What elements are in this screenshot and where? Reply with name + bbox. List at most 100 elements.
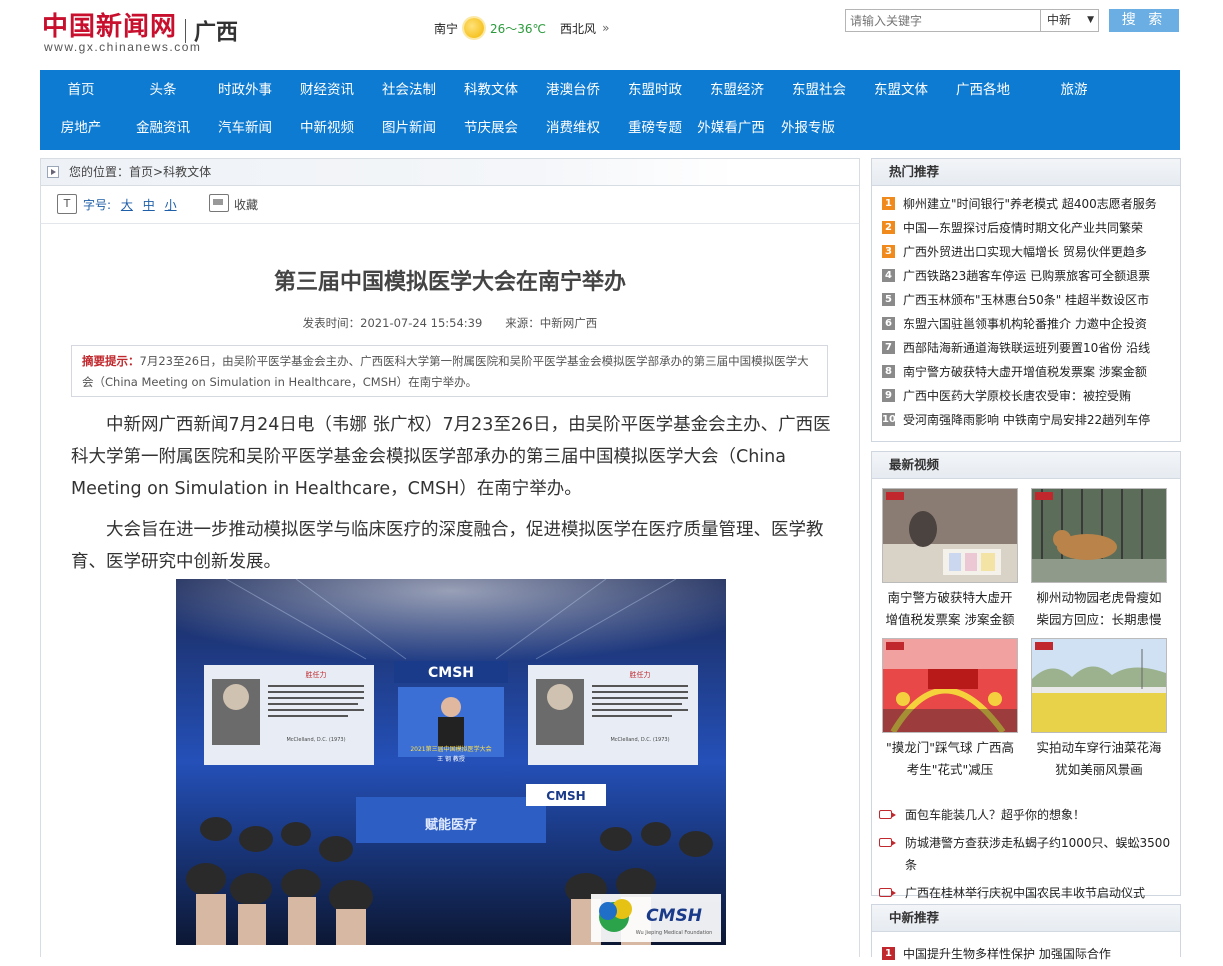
video-list-item[interactable]: 广西在桂林举行庆祝中国农民丰收节启动仪式 bbox=[872, 882, 1180, 904]
summary-text: 7月23至26日，由吴阶平医学基金会主办、广西医科大学第一附属医院和吴阶平医学基… bbox=[82, 354, 809, 389]
article-toolbar: T 字号: 大 中 小 收藏 bbox=[40, 185, 860, 223]
nav-item[interactable]: 汽车新闻 bbox=[204, 110, 286, 147]
hot-item[interactable]: 9 广西中医药大学原校长唐农受审：被控受贿 bbox=[872, 384, 1180, 408]
site-logo[interactable]: 中国新闻网 广西 www.gx.chinanews.com bbox=[42, 6, 238, 54]
caret-down-icon: ▼ bbox=[1087, 15, 1094, 25]
hot-item-text: 广西中医药大学原校长唐农受审：被控受贿 bbox=[903, 389, 1132, 403]
nav-item[interactable]: 东盟经济 bbox=[696, 72, 778, 109]
video-card[interactable]: 南宁警方破获特大虚开增值税发票案 涉案金额近18亿元 bbox=[882, 488, 1018, 631]
hot-item[interactable]: 4 广西铁路23趟客车停运 已购票旅客可全额退票 bbox=[872, 264, 1180, 288]
breadcrumb-arrow-icon bbox=[47, 166, 59, 178]
chevron-right-icon[interactable]: » bbox=[602, 21, 609, 35]
video-card[interactable]: "摸龙门"踩气球 广西高考生"花式"减压 bbox=[882, 638, 1018, 781]
nav-item[interactable]: 消费维权 bbox=[532, 110, 614, 147]
hot-item[interactable]: 8 南宁警方破获特大虚开增值税发票案 涉案金额 bbox=[872, 360, 1180, 384]
hot-item-text: 东盟六国驻邕领事机构轮番推介 力邀中企投资 bbox=[903, 317, 1147, 331]
screen-speaker: 王 钢 教授 bbox=[437, 755, 465, 763]
nav-item[interactable]: 外媒看广西 bbox=[696, 110, 766, 147]
video-thumbnail[interactable] bbox=[882, 638, 1018, 733]
nav-item[interactable]: 港澳台侨 bbox=[532, 72, 614, 109]
rank-badge: 5 bbox=[882, 293, 895, 306]
hot-item-text: 广西玉林颁布"玉林惠台50条" 桂超半数设区市 bbox=[903, 293, 1150, 307]
logo-text: 中国新闻网 bbox=[42, 12, 178, 42]
main-nav: 首页 头条 时政外事 财经资讯 社会法制 科教文体 港澳台侨 东盟时政 东盟经济… bbox=[40, 70, 1180, 150]
search-input[interactable] bbox=[845, 9, 1041, 32]
hot-item-text: 广西外贸进出口实现大幅增长 贸易伙伴更趋多 bbox=[903, 245, 1147, 259]
hot-recommend-box: 热门推荐 1 柳州建立"时间银行"养老模式 超400志愿者服务 2 中国—东盟探讨后… bbox=[871, 158, 1181, 442]
hot-item-text: 受河南强降雨影响 中铁南宁局安排22趟列车停 bbox=[903, 413, 1151, 427]
nav-item[interactable]: 图片新闻 bbox=[368, 110, 450, 147]
nav-item[interactable]: 广西各地 bbox=[942, 72, 1024, 109]
search-scope-select[interactable]: 中新 ▼ bbox=[1041, 9, 1099, 32]
article-paragraph: 大会旨在进一步推动模拟医学与临床医疗的深度融合，促进模拟医学在医疗质量管理、医学… bbox=[71, 520, 824, 572]
latest-videos-box: 最新视频 南宁警方破获特大虚开增值税发票案 涉案金额近18亿元 柳州动物园老虎骨… bbox=[871, 451, 1181, 900]
video-list-item[interactable]: 防城港警方查获涉走私蝎子约1000只、蜈蚣3500条 bbox=[872, 832, 1180, 876]
hot-item[interactable]: 10 受河南强降雨影响 中铁南宁局安排22趟列车停 bbox=[872, 408, 1180, 432]
nav-item[interactable]: 头条 bbox=[122, 72, 204, 109]
nav-item[interactable]: 房地产 bbox=[40, 110, 122, 147]
breadcrumb-path[interactable]: 首页>科教文体 bbox=[129, 165, 211, 179]
video-caption[interactable]: 柳州动物园老虎骨瘦如柴园方回应：长期患慢性肠胃炎 bbox=[1031, 587, 1167, 631]
video-camera-icon bbox=[879, 838, 896, 847]
hot-item[interactable]: 7 西部陆海新通道海铁联运班列要置10省份 沿线 bbox=[872, 336, 1180, 360]
hot-item[interactable]: 5 广西玉林颁布"玉林惠台50条" 桂超半数设区市 bbox=[872, 288, 1180, 312]
hot-item[interactable]: 2 中国—东盟探讨后疫情时期文化产业共同繁荣 bbox=[872, 216, 1180, 240]
hot-item[interactable]: 6 东盟六国驻邕领事机构轮番推介 力邀中企投资 bbox=[872, 312, 1180, 336]
nav-item[interactable]: 时政外事 bbox=[204, 72, 286, 109]
logo-divider bbox=[185, 18, 187, 43]
video-caption[interactable]: "摸龙门"踩气球 广西高考生"花式"减压 bbox=[882, 737, 1018, 781]
nav-item[interactable]: 节庆展会 bbox=[450, 110, 532, 147]
video-list-item[interactable]: 面包车能装几人？超乎你的想象！ bbox=[872, 804, 1180, 826]
nav-row-1: 首页 头条 时政外事 财经资讯 社会法制 科教文体 港澳台侨 东盟时政 东盟经济… bbox=[40, 72, 1124, 109]
slide-author-left: McClelland, D.C. (1973) bbox=[286, 737, 345, 743]
video-thumbnail[interactable] bbox=[882, 488, 1018, 583]
recommend-box: 中新推荐 1 中国提升生物多样性保护 加强国际合作 bbox=[871, 904, 1181, 961]
nav-item[interactable]: 财经资讯 bbox=[286, 72, 368, 109]
font-large-button[interactable]: 大 bbox=[121, 198, 133, 212]
slide-title-right: 胜任力 bbox=[630, 670, 651, 679]
nav-item[interactable]: 东盟社会 bbox=[778, 72, 860, 109]
print-icon[interactable] bbox=[209, 194, 229, 212]
search-button[interactable]: 搜 索 bbox=[1109, 9, 1179, 32]
nav-item[interactable]: 社会法制 bbox=[368, 72, 450, 109]
nav-item[interactable]: 科教文体 bbox=[450, 72, 532, 109]
slide-title-left: 胜任力 bbox=[306, 670, 327, 679]
rank-badge: 6 bbox=[882, 317, 895, 330]
nav-item[interactable]: 东盟文体 bbox=[860, 72, 942, 109]
video-card[interactable]: 柳州动物园老虎骨瘦如柴园方回应：长期患慢性肠胃炎 bbox=[1031, 488, 1167, 631]
video-card[interactable]: 实拍动车穿行油菜花海 犹如美丽风景画 bbox=[1031, 638, 1167, 781]
rank-badge: 4 bbox=[882, 269, 895, 282]
article-paragraph: 中新网广西新闻7月24日电（韦娜 张广权）7月23至26日，由吴阶平医学基金会主… bbox=[71, 415, 831, 499]
article-photo: 胜任力 McClelland, D.C. (1973) 胜任力 McClella… bbox=[176, 579, 726, 945]
hot-item-text: 广西铁路23趟客车停运 已购票旅客可全额退票 bbox=[903, 269, 1151, 283]
nav-item[interactable]: 首页 bbox=[40, 72, 122, 109]
recommend-list: 1 中国提升生物多样性保护 加强国际合作 bbox=[872, 932, 1180, 966]
hot-item[interactable]: 1 柳州建立"时间银行"养老模式 超400志愿者服务 bbox=[872, 192, 1180, 216]
nav-item[interactable]: 金融资讯 bbox=[122, 110, 204, 147]
video-thumbnail[interactable] bbox=[1031, 488, 1167, 583]
article-title: 第三届中国模拟医学大会在南宁举办 bbox=[273, 270, 626, 295]
nav-item[interactable]: 东盟时政 bbox=[614, 72, 696, 109]
video-caption[interactable]: 南宁警方破获特大虚开增值税发票案 涉案金额近18亿元 bbox=[882, 587, 1018, 631]
nav-item[interactable]: 外报专版 bbox=[766, 110, 850, 147]
article: 第三届中国模拟医学大会在南宁举办 发表时间：2021-07-24 15:54:3… bbox=[40, 223, 860, 957]
rank-badge: 9 bbox=[882, 389, 895, 402]
hot-item-text: 柳州建立"时间银行"养老模式 超400志愿者服务 bbox=[903, 197, 1157, 211]
collect-button[interactable]: 收藏 bbox=[234, 196, 258, 213]
nav-item[interactable]: 旅游 bbox=[1024, 72, 1124, 109]
weather-city: 南宁 bbox=[434, 21, 459, 36]
video-thumbnail[interactable] bbox=[1031, 638, 1167, 733]
nav-item[interactable]: 重磅专题 bbox=[614, 110, 696, 147]
video-caption[interactable]: 实拍动车穿行油菜花海 犹如美丽风景画 bbox=[1031, 737, 1167, 781]
weather-wind: 西北风 bbox=[560, 21, 597, 36]
rank-badge: 1 bbox=[882, 947, 895, 960]
rank-badge: 10 bbox=[882, 413, 896, 426]
hot-recommend-title: 热门推荐 bbox=[872, 159, 1180, 186]
breadcrumb: 您的位置：首页>科教文体 bbox=[40, 158, 860, 186]
nav-item[interactable]: 中新视频 bbox=[286, 110, 368, 147]
hot-item[interactable]: 3 广西外贸进出口实现大幅增长 贸易伙伴更趋多 bbox=[872, 240, 1180, 264]
font-medium-button[interactable]: 中 bbox=[143, 198, 155, 212]
font-small-button[interactable]: 小 bbox=[165, 198, 177, 212]
recommend-item[interactable]: 1 中国提升生物多样性保护 加强国际合作 bbox=[872, 942, 1180, 966]
logo-url: www.gx.chinanews.com bbox=[44, 40, 202, 54]
